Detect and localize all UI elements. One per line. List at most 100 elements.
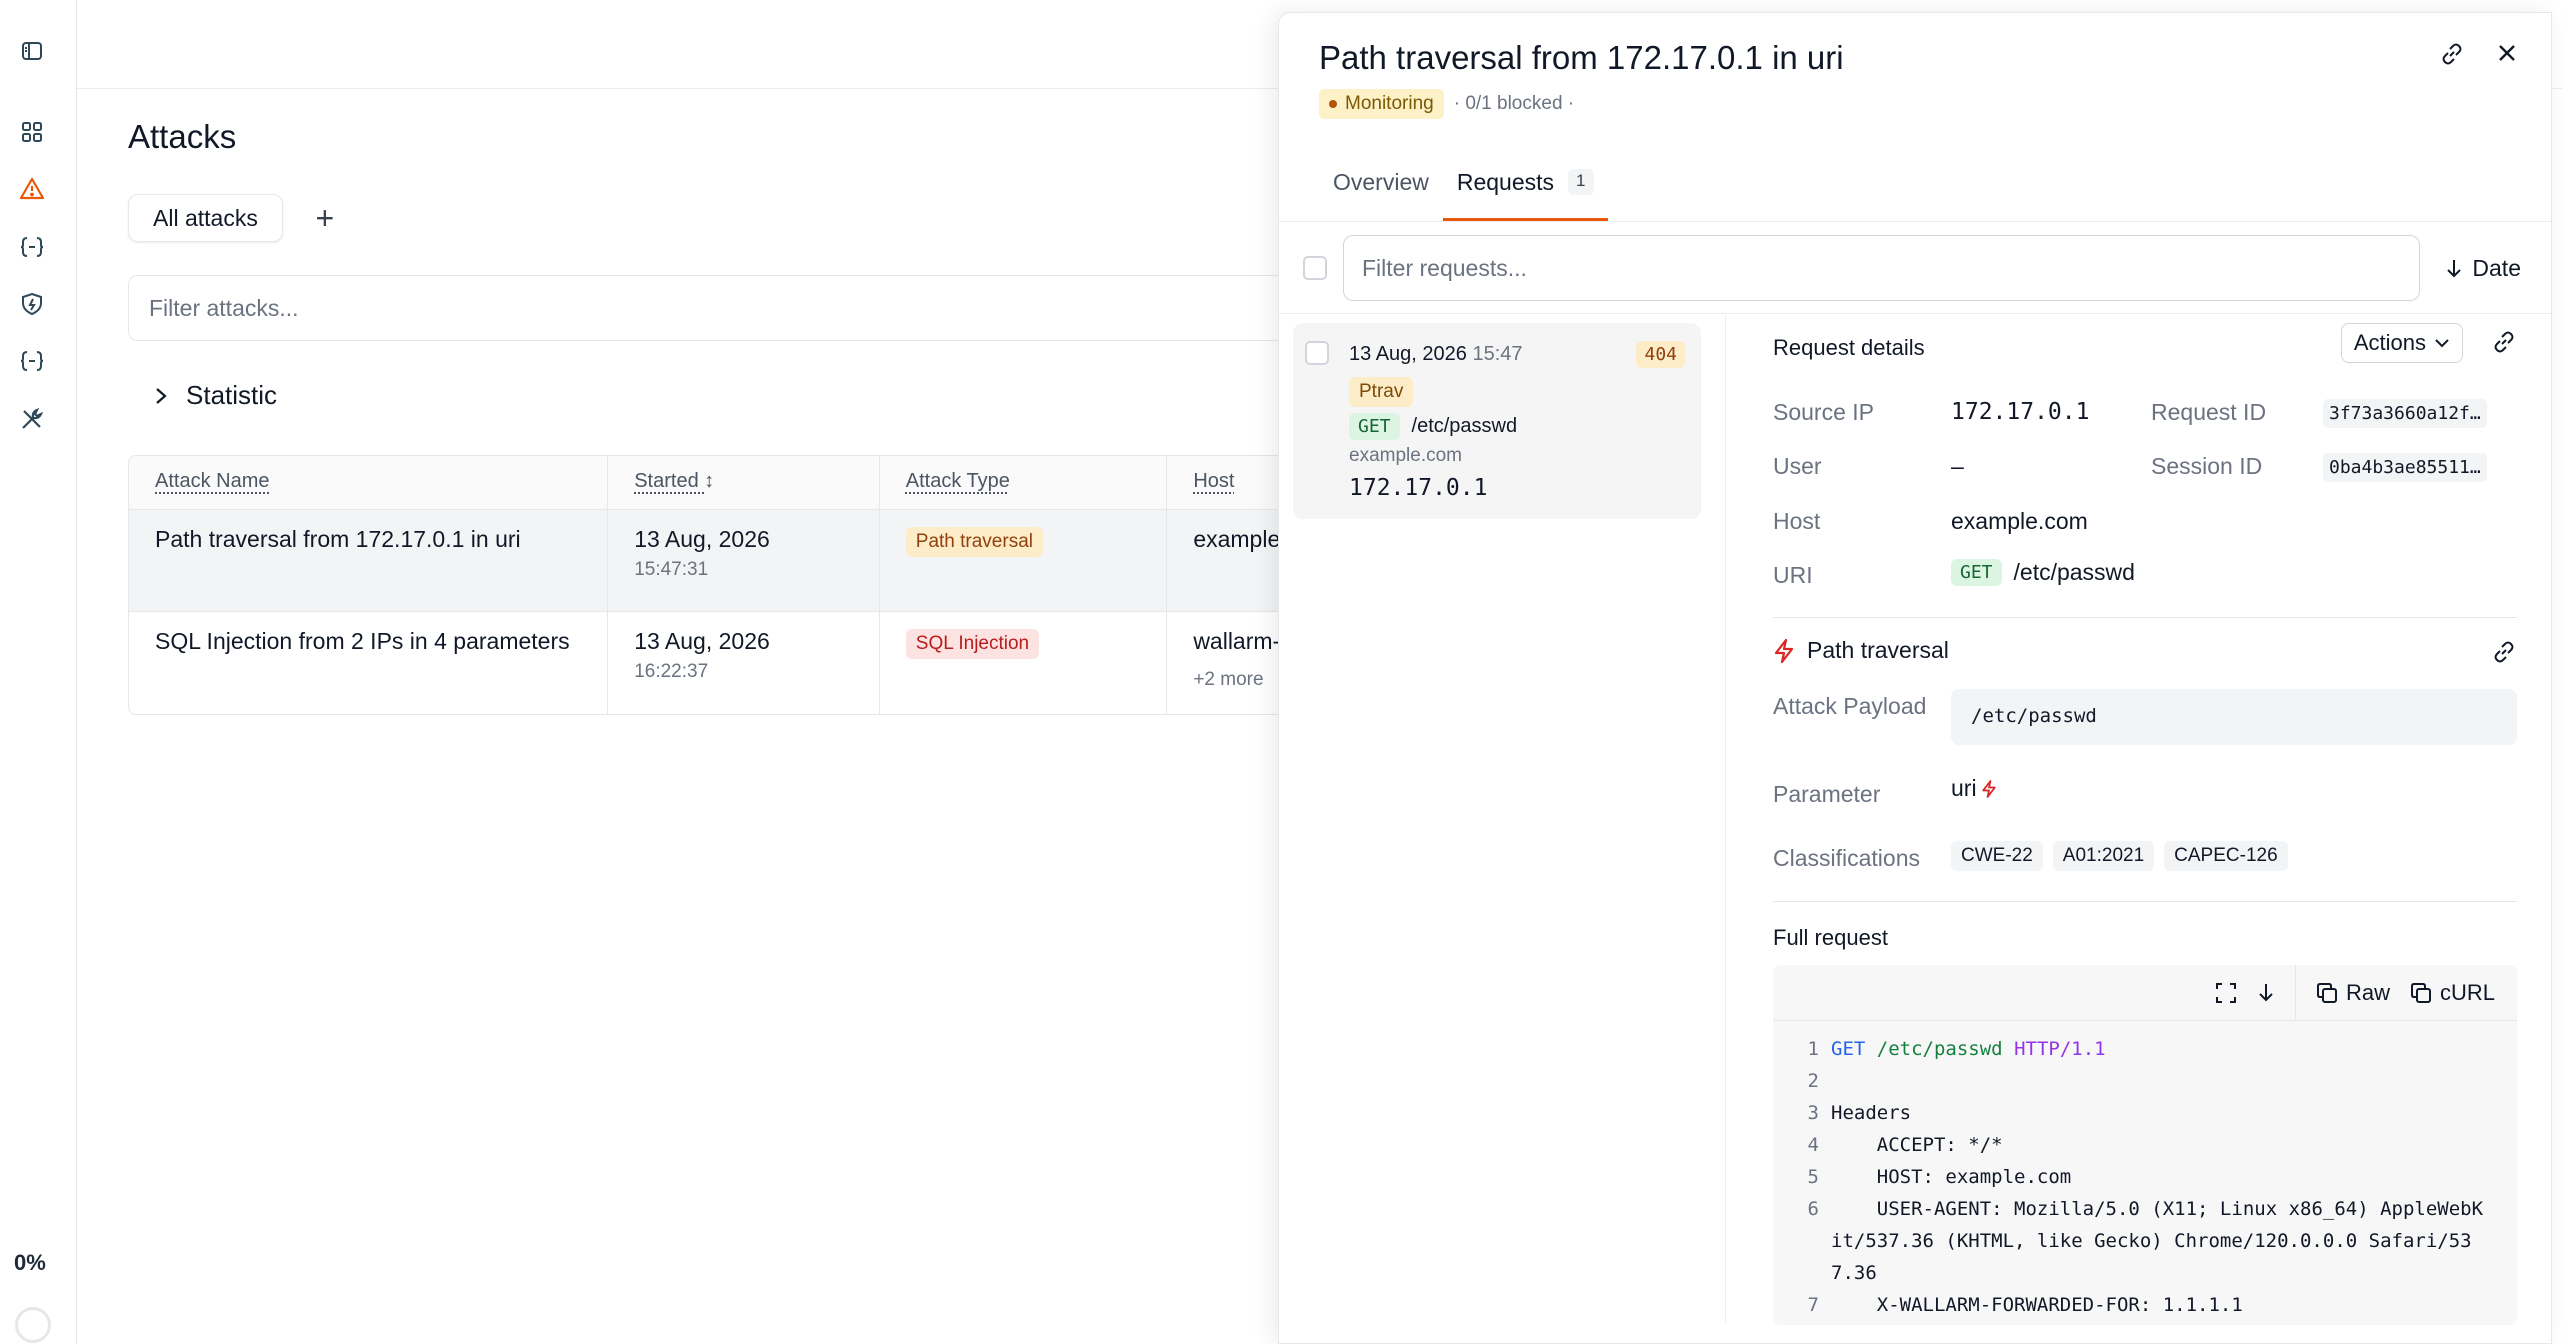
copy-raw-button[interactable]: Raw: [2316, 980, 2390, 1006]
parameter-name: uri: [1951, 775, 1977, 801]
link-icon[interactable]: [2439, 41, 2465, 67]
line-text: Headers: [1831, 1102, 1912, 1124]
fullscreen-icon[interactable]: [2215, 982, 2237, 1004]
tab-overview[interactable]: Overview: [1319, 153, 1443, 221]
curl-label: cURL: [2439, 979, 2495, 1005]
line-number: 6: [1807, 1198, 1819, 1220]
code-lines: 1 GET /etc/passwd HTTP/1.1 2 3 Headers 4 …: [1773, 1021, 2517, 1321]
section-divider: [1773, 617, 2517, 618]
host-label: Host: [1773, 508, 1821, 534]
attack-section-title: Path traversal: [1807, 637, 1949, 663]
actions-dropdown[interactable]: Actions: [2340, 323, 2463, 363]
line-text: GET /etc/passwd HTTP/1.1: [1831, 1033, 2491, 1065]
tools-icon[interactable]: [18, 405, 46, 433]
attack-detail-drawer: Path traversal from 172.17.0.1 in uri Mo…: [1278, 12, 2552, 1344]
payload-label: Attack Payload: [1773, 693, 1927, 719]
tab-requests[interactable]: Requests 1: [1442, 153, 1608, 221]
code-line: 1 GET /etc/passwd HTTP/1.1: [1773, 1033, 2517, 1065]
attacks-table: Attack Name Started ↕ Attack Type Host P…: [128, 455, 1368, 715]
sort-date-label: Date: [2472, 254, 2521, 281]
request-list-item[interactable]: 13 Aug, 2026 15:47 404 Ptrav GET/etc/pas…: [1293, 323, 1701, 519]
classification-chip[interactable]: A01:2021: [2052, 841, 2155, 871]
tab-requests-label: Requests: [1456, 169, 1555, 195]
row-attack-type: Path traversal: [880, 510, 1168, 611]
col-attack-type[interactable]: Attack Type: [880, 456, 1168, 509]
statistic-toggle[interactable]: Statistic: [154, 380, 277, 411]
source-ip-label: Source IP: [1773, 399, 1874, 425]
user-value: –: [1951, 453, 1964, 479]
attack-section-heading: Path traversal: [1773, 637, 1949, 664]
table-row[interactable]: SQL Injection from 2 IPs in 4 parameters…: [129, 612, 1367, 714]
request-date: 13 Aug, 2026 15:47: [1349, 343, 1523, 366]
row-started: 13 Aug, 2026 15:47:31: [608, 510, 880, 611]
download-icon[interactable]: [2257, 982, 2275, 1004]
line-text: HOST: example.com: [1831, 1166, 2072, 1188]
code-line: 6 USER-AGENT: Mozilla/5.0 (X11; Linux x8…: [1773, 1193, 2517, 1289]
source-ip-value: 172.17.0.1: [1951, 399, 2090, 425]
copy-curl-button[interactable]: cURL: [2410, 980, 2495, 1006]
alert-triangle-icon[interactable]: [18, 175, 46, 203]
shield-icon[interactable]: [18, 290, 46, 318]
left-rail: 0%: [0, 0, 77, 1344]
classifications-label: Classifications: [1773, 845, 1920, 871]
page-title: Attacks: [128, 118, 237, 155]
tab-all-attacks[interactable]: All attacks: [128, 194, 283, 242]
row-attack-type: SQL Injection: [880, 612, 1168, 714]
chevron-down-icon: [2435, 339, 2449, 348]
panel-toggle-icon[interactable]: [18, 37, 46, 65]
api-braces-alt-icon[interactable]: [18, 347, 46, 375]
code-line: 5 HOST: example.com: [1773, 1161, 2517, 1193]
link-icon[interactable]: [2491, 639, 2517, 665]
sort-icon: ↕: [704, 470, 715, 492]
classification-chips: CWE-22 A01:2021 CAPEC-126: [1951, 841, 2288, 871]
add-tab-icon[interactable]: +: [305, 200, 345, 237]
line-number: 7: [1807, 1294, 1819, 1316]
sort-date-button[interactable]: Date: [2436, 255, 2527, 282]
drawer-actions: [2439, 41, 2519, 67]
filter-requests-input[interactable]: Filter requests...: [1343, 235, 2421, 301]
pane-divider: [1725, 315, 1726, 1323]
request-details-heading: Request details: [1773, 335, 1925, 360]
section-divider: [1773, 901, 2517, 902]
attack-type-badge: Path traversal: [905, 527, 1043, 557]
classification-chip[interactable]: CWE-22: [1951, 841, 2043, 871]
http-version: HTTP/1.1: [2014, 1038, 2106, 1060]
request-path: /etc/passwd: [1876, 1038, 2003, 1060]
row-time: 16:22:37: [634, 661, 709, 682]
row-attack-name: Path traversal from 172.17.0.1 in uri: [129, 510, 609, 611]
line-number: 3: [1807, 1102, 1819, 1124]
uri-path: /etc/passwd: [2013, 559, 2135, 585]
request-time: 15:47: [1472, 343, 1523, 365]
col-started[interactable]: Started ↕: [608, 456, 880, 509]
classification-chip[interactable]: CAPEC-126: [2164, 841, 2288, 871]
request-id-value[interactable]: 3f73a3660a12f…: [2323, 399, 2487, 428]
col-attack-name[interactable]: Attack Name: [129, 456, 609, 509]
toolbar-separator: [2294, 965, 2296, 1021]
method-badge: GET: [1951, 559, 2002, 586]
close-icon[interactable]: [2495, 41, 2519, 65]
table-row[interactable]: Path traversal from 172.17.0.1 in uri 13…: [129, 510, 1367, 612]
request-checkbox[interactable]: [1305, 341, 1329, 365]
payload-value: /etc/passwd: [1951, 689, 2517, 745]
filter-attacks-input[interactable]: Filter attacks...: [128, 275, 1368, 341]
row-time: 15:47:31: [634, 559, 709, 580]
dashboard-icon[interactable]: [18, 118, 46, 146]
request-uri-path: /etc/passwd: [1411, 415, 1518, 437]
status-dot: [1329, 100, 1337, 108]
link-icon[interactable]: [2491, 329, 2517, 355]
request-date-value: 13 Aug, 2026: [1349, 343, 1467, 365]
status-code-badge: 404: [1636, 341, 1685, 368]
raw-label: Raw: [2345, 979, 2390, 1005]
api-braces-icon[interactable]: [18, 233, 46, 261]
session-id-value[interactable]: 0ba4b3ae85511…: [2323, 453, 2487, 482]
line-text: X-WALLARM-FORWARDED-FOR: 1.1.1.1: [1831, 1294, 2243, 1316]
select-all-checkbox[interactable]: [1303, 256, 1327, 280]
col-started-label: Started: [634, 470, 699, 492]
requests-count: 1: [1568, 169, 1594, 195]
code-line: 7 X-WALLARM-FORWARDED-FOR: 1.1.1.1: [1773, 1289, 2517, 1321]
parameter-label: Parameter: [1773, 781, 1881, 807]
code-toolbar: Raw cURL: [1773, 965, 2517, 1021]
progress-ring: [15, 1307, 51, 1343]
row-started: 13 Aug, 2026 16:22:37: [608, 612, 880, 714]
attack-tabs: All attacks +: [128, 194, 345, 242]
